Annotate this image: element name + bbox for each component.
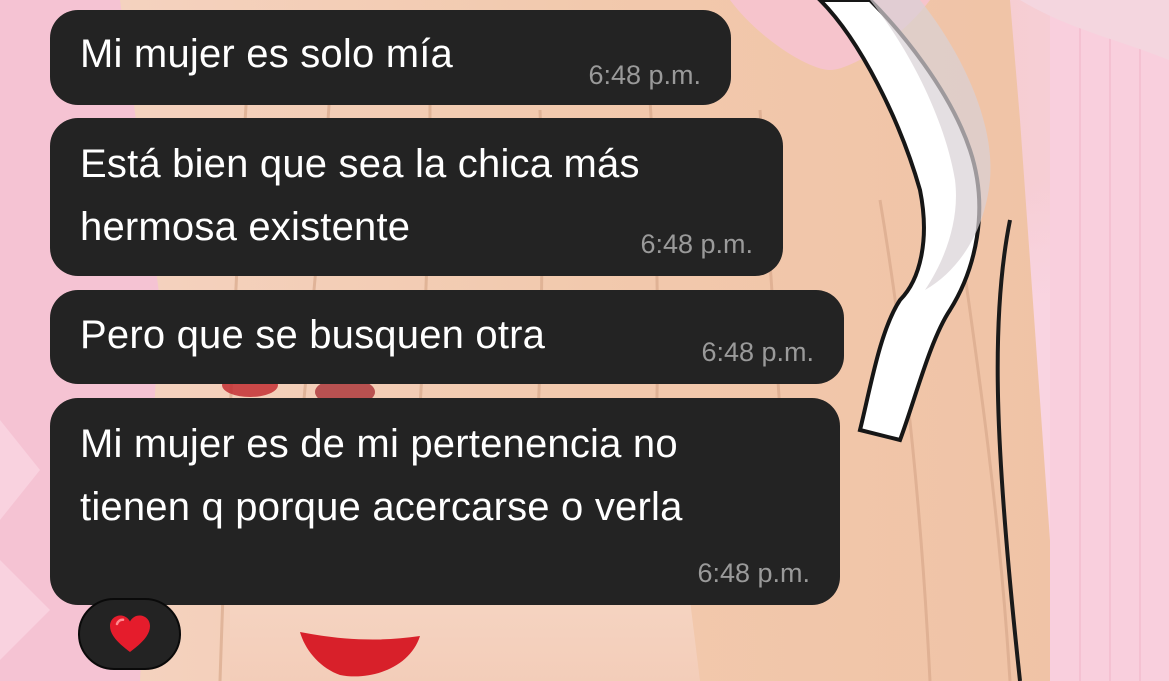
message-bubble[interactable]: Está bien que sea la chica más hermosa e…	[50, 118, 783, 276]
red-heart-icon	[109, 615, 150, 652]
message-text: Mi mujer es solo mía	[80, 32, 453, 76]
message-text: Pero que se busquen otra	[80, 313, 546, 357]
message-timestamp: 6:48 p.m.	[701, 337, 814, 367]
message-timestamp: 6:48 p.m.	[697, 558, 810, 588]
message-list[interactable]: Mi mujer es solo mía 6:48 p.m. Está bien…	[0, 0, 1169, 681]
message-bubble[interactable]: Mi mujer es solo mía 6:48 p.m.	[50, 10, 731, 105]
reaction-badge[interactable]	[78, 598, 181, 670]
message-timestamp: 6:48 p.m.	[640, 229, 753, 259]
message-timestamp: 6:48 p.m.	[588, 60, 701, 90]
message-bubble[interactable]: Pero que se busquen otra 6:48 p.m.	[50, 290, 844, 384]
message-text: Está bien que sea la chica más hermosa e…	[80, 142, 640, 249]
message-text: Mi mujer es de mi pertenencia no tienen …	[80, 422, 683, 529]
message-bubble[interactable]: Mi mujer es de mi pertenencia no tienen …	[50, 398, 840, 605]
